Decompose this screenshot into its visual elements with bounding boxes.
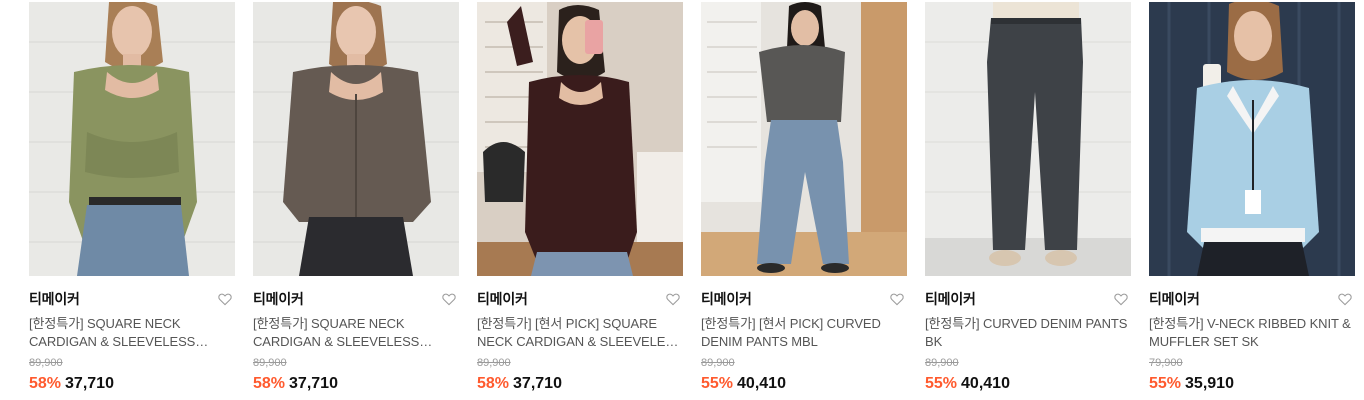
product-card[interactable]: 티메이커 [한정특가] CURVED DENIM PANTS BK 89,900… xyxy=(925,2,1131,393)
product-card[interactable]: 티메이커 [한정특가] [현서 PICK] SQUARE NECK CARDIG… xyxy=(477,2,683,393)
brand-name[interactable]: 티메이커 xyxy=(29,289,80,309)
discount-rate: 55% xyxy=(1149,375,1182,392)
product-image[interactable] xyxy=(29,2,235,276)
price-row: 55% 35,910 xyxy=(1149,375,1355,393)
brand-name[interactable]: 티메이커 xyxy=(1149,289,1200,309)
original-price: 89,900 xyxy=(925,357,959,369)
price-row: 58% 37,710 xyxy=(253,375,459,393)
price-row: 55% 40,410 xyxy=(701,375,907,393)
original-price: 89,900 xyxy=(253,357,287,369)
price-row: 58% 37,710 xyxy=(29,375,235,393)
brand-row: 티메이커 xyxy=(925,289,1131,309)
brand-name[interactable]: 티메이커 xyxy=(925,289,976,309)
heart-icon[interactable] xyxy=(1337,291,1353,307)
brand-name[interactable]: 티메이커 xyxy=(477,289,528,309)
sale-price: 37,710 xyxy=(65,375,114,392)
brand-row: 티메이커 xyxy=(701,289,907,309)
product-image[interactable] xyxy=(925,2,1131,276)
product-image[interactable] xyxy=(1149,2,1355,276)
brand-row: 티메이커 xyxy=(477,289,683,309)
product-card[interactable]: 티메이커 [한정특가] SQUARE NECK CARDIGAN & SLEEV… xyxy=(29,2,235,393)
discount-rate: 55% xyxy=(925,375,958,392)
sale-price: 37,710 xyxy=(289,375,338,392)
heart-icon[interactable] xyxy=(217,291,233,307)
heart-icon[interactable] xyxy=(441,291,457,307)
discount-rate: 58% xyxy=(253,375,286,392)
heart-icon[interactable] xyxy=(1113,291,1129,307)
sale-price: 40,410 xyxy=(961,375,1010,392)
brand-row: 티메이커 xyxy=(29,289,235,309)
heart-icon[interactable] xyxy=(889,291,905,307)
discount-rate: 55% xyxy=(701,375,734,392)
product-image[interactable] xyxy=(253,2,459,276)
product-title[interactable]: [한정특가] SQUARE NECK CARDIGAN & SLEEVELESS… xyxy=(253,315,459,351)
original-price: 89,900 xyxy=(701,357,735,369)
brand-name[interactable]: 티메이커 xyxy=(701,289,752,309)
brand-name[interactable]: 티메이커 xyxy=(253,289,304,309)
product-title[interactable]: [한정특가] [현서 PICK] SQUARE NECK CARDIGAN & … xyxy=(477,315,683,351)
brand-row: 티메이커 xyxy=(1149,289,1355,309)
product-title[interactable]: [한정특가] SQUARE NECK CARDIGAN & SLEEVELESS… xyxy=(29,315,235,351)
product-card[interactable]: 티메이커 [한정특가] V-NECK RIBBED KNIT & MUFFLER… xyxy=(1149,2,1355,393)
product-title[interactable]: [한정특가] [현서 PICK] CURVED DENIM PANTS MBL xyxy=(701,315,907,351)
price-row: 55% 40,410 xyxy=(925,375,1131,393)
original-price: 89,900 xyxy=(477,357,511,369)
product-image[interactable] xyxy=(477,2,683,276)
sale-price: 37,710 xyxy=(513,375,562,392)
original-price: 79,900 xyxy=(1149,357,1183,369)
heart-icon[interactable] xyxy=(665,291,681,307)
product-title[interactable]: [한정특가] CURVED DENIM PANTS BK xyxy=(925,315,1131,351)
original-price: 89,900 xyxy=(29,357,63,369)
product-card[interactable]: 티메이커 [한정특가] [현서 PICK] CURVED DENIM PANTS… xyxy=(701,2,907,393)
product-image[interactable] xyxy=(701,2,907,276)
product-card[interactable]: 티메이커 [한정특가] SQUARE NECK CARDIGAN & SLEEV… xyxy=(253,2,459,393)
brand-row: 티메이커 xyxy=(253,289,459,309)
sale-price: 40,410 xyxy=(737,375,786,392)
discount-rate: 58% xyxy=(29,375,62,392)
discount-rate: 58% xyxy=(477,375,510,392)
price-row: 58% 37,710 xyxy=(477,375,683,393)
sale-price: 35,910 xyxy=(1185,375,1234,392)
product-grid: 티메이커 [한정특가] SQUARE NECK CARDIGAN & SLEEV… xyxy=(0,0,1364,400)
product-title[interactable]: [한정특가] V-NECK RIBBED KNIT & MUFFLER SET … xyxy=(1149,315,1355,351)
